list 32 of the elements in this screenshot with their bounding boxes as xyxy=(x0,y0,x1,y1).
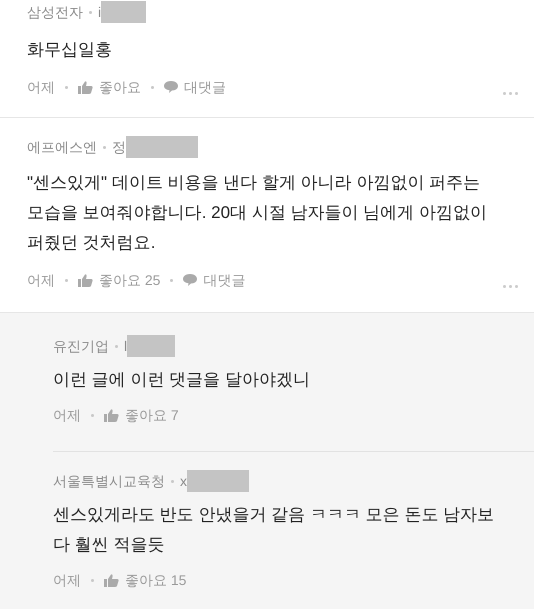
redacted-block xyxy=(126,136,198,158)
author-name[interactable]: 에프에스엔 xyxy=(27,136,97,158)
comment-text: "센스있게" 데이트 비용을 낸다 할게 아니라 아낌없이 퍼주는 모습을 보여줘야합니다. 20대 시절 남자들이 님에게 아낌없이 퍼줬던 것처럼요. xyxy=(27,172,488,254)
like-button[interactable]: 좋아요 xyxy=(78,76,141,98)
timestamp: 어제 xyxy=(53,570,81,590)
user-handle: x xyxy=(180,472,187,490)
reply-text: 센스있게라도 반도 안냈을거 같음 ㅋㅋㅋ 모은 돈도 남자보다 훨씬 적을듯 xyxy=(53,504,496,556)
thumbs-up-icon xyxy=(104,408,119,422)
thumbs-up-icon xyxy=(78,274,93,286)
speech-bubble-icon xyxy=(183,274,198,286)
timestamp: 어제 xyxy=(53,406,81,424)
user-handle: i xyxy=(98,2,102,22)
comment-text: 화무십일홍 xyxy=(27,39,113,61)
reply-button[interactable]: 대댓글 xyxy=(164,76,226,98)
author-name[interactable]: 서울특별시교육청 xyxy=(53,470,165,492)
user-handle: 정 xyxy=(112,138,126,156)
reply-text: 이런 글에 이런 댓글을 달아야겠니 xyxy=(53,369,311,391)
speech-bubble-icon xyxy=(164,81,178,93)
timestamp: 어제 xyxy=(27,270,55,290)
author-name[interactable]: 삼성전자 xyxy=(27,2,83,22)
timestamp: 어제 xyxy=(27,78,55,96)
author-name[interactable]: 유진기업 xyxy=(53,336,109,356)
like-button[interactable]: 좋아요 15 xyxy=(104,570,186,590)
like-button[interactable]: 좋아요 7 xyxy=(104,404,179,426)
redacted-block xyxy=(187,470,249,492)
thumbs-up-icon xyxy=(78,80,93,94)
like-button[interactable]: 좋아요 25 xyxy=(78,270,160,290)
user-handle: l xyxy=(124,336,128,356)
reply-button[interactable]: 대댓글 xyxy=(183,270,246,290)
redacted-block xyxy=(127,335,176,357)
thumbs-up-icon xyxy=(104,574,119,586)
redacted-block xyxy=(101,1,146,23)
